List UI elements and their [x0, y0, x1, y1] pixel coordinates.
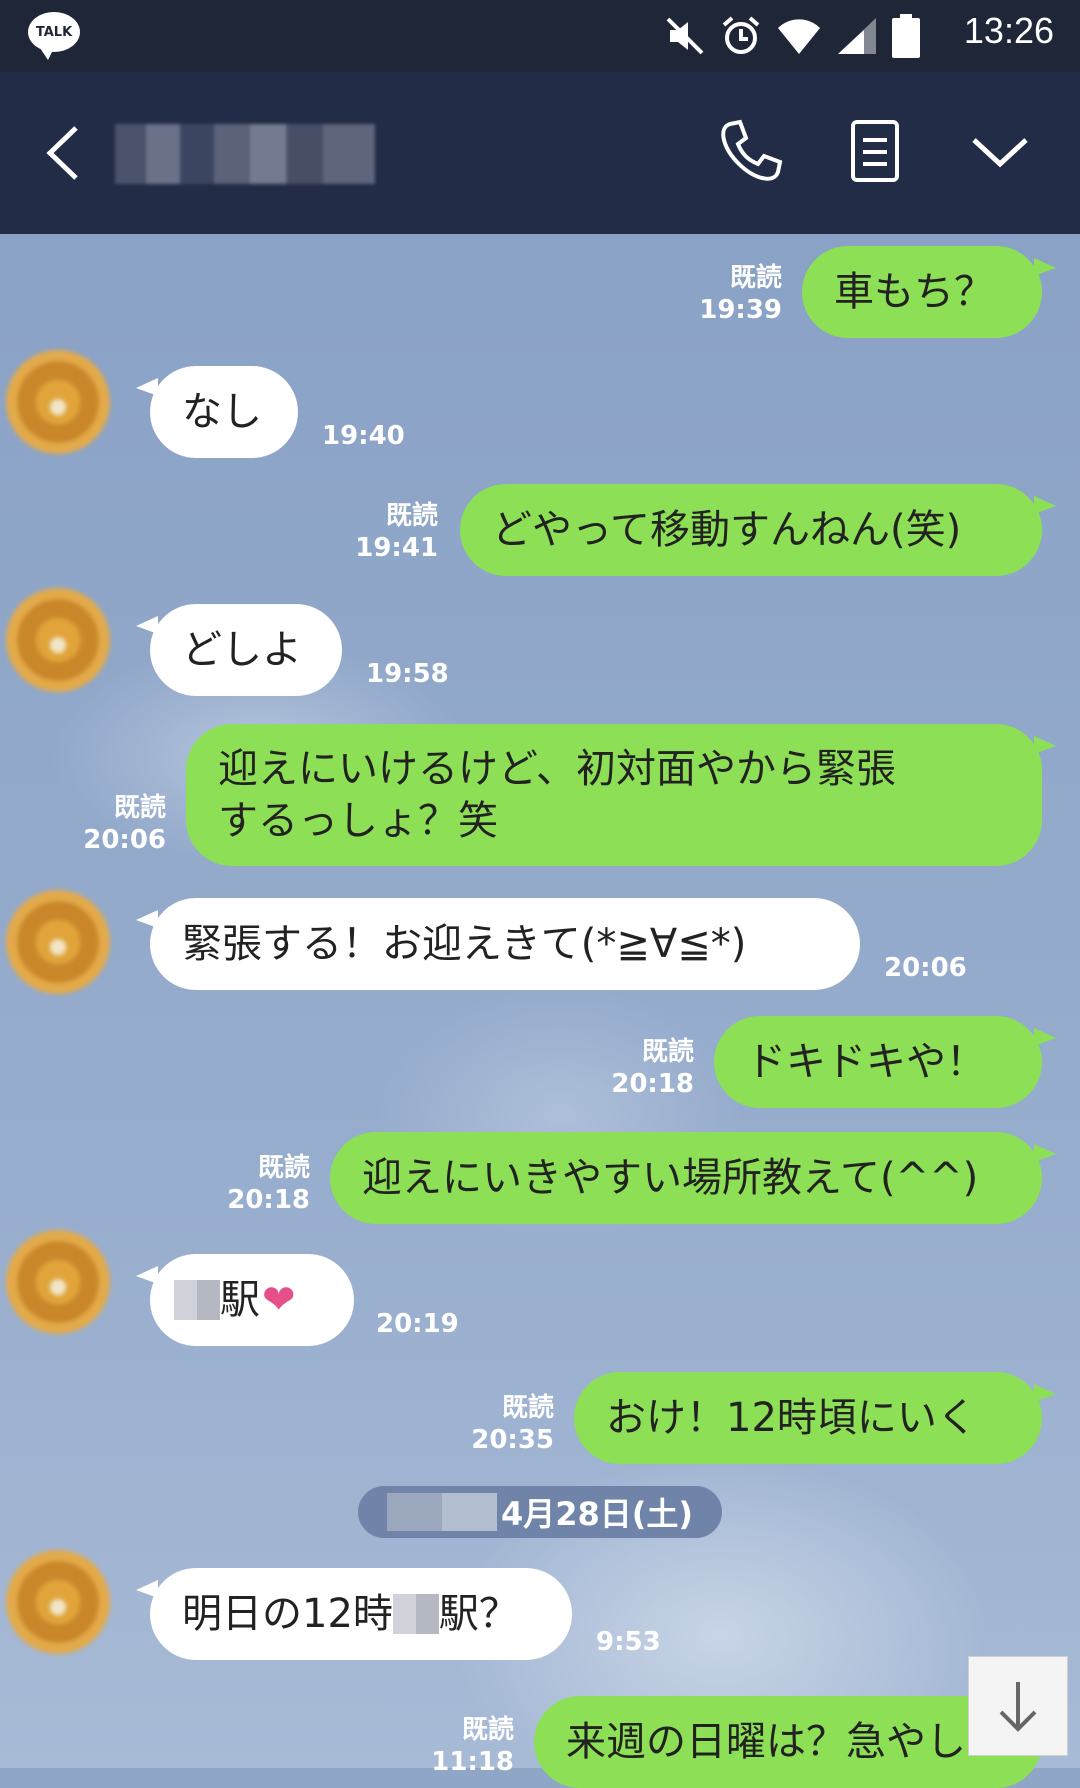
- status-icons: [664, 12, 920, 60]
- message-time: 19:58: [366, 659, 449, 689]
- message-bubble-received[interactable]: なし: [150, 366, 298, 458]
- message-meta: 既読 20:35: [471, 1393, 554, 1455]
- message-bubble-sent[interactable]: 迎えにいきやすい場所教えて(^^): [330, 1132, 1042, 1224]
- contact-avatar[interactable]: [6, 588, 110, 692]
- contact-avatar[interactable]: [6, 890, 110, 994]
- message-meta: 既読 20:18: [611, 1037, 694, 1099]
- message-meta: 既読 20:18: [227, 1153, 310, 1215]
- message-bubble-sent[interactable]: どやって移動すんねん(笑): [460, 484, 1042, 576]
- message-time: 9:53: [596, 1627, 661, 1657]
- contact-name-redacted[interactable]: [115, 124, 375, 184]
- message-time: 19:40: [322, 421, 405, 451]
- message-bubble-sent[interactable]: おけ！12時頃にいく: [574, 1372, 1042, 1464]
- message-bubble-sent[interactable]: 来週の日曜は？急やし: [534, 1696, 1042, 1788]
- battery-icon: [892, 14, 920, 58]
- redacted-text: [392, 1594, 439, 1634]
- contact-avatar[interactable]: [6, 1550, 110, 1654]
- chat-header: [0, 72, 1080, 234]
- heart-emoji: ❤: [262, 1277, 296, 1323]
- phone-icon[interactable]: [710, 112, 790, 192]
- chat-area[interactable]: 既読 19:39 車もち？ なし 19:40 既読 19:41 どやって移動すんねん…: [0, 234, 1080, 1788]
- signal-icon: [838, 18, 876, 54]
- contact-avatar[interactable]: [6, 1230, 110, 1334]
- message-bubble-received[interactable]: 緊張する！お迎えきて(*≧∀≦*): [150, 898, 860, 990]
- mute-icon: [666, 17, 704, 55]
- message-bubble-received[interactable]: どしよ: [150, 604, 342, 696]
- message-time: 20:19: [376, 1309, 459, 1339]
- arrow-down-icon: [999, 1682, 1037, 1732]
- wifi-icon: [778, 19, 820, 54]
- message-bubble-sent[interactable]: 迎えにいけるけど、初対面やから緊張 するっしょ？笑: [186, 724, 1042, 866]
- redacted-text: [386, 1493, 497, 1531]
- message-meta: 既読 20:06: [83, 793, 166, 855]
- message-meta: 既読 19:39: [699, 263, 782, 325]
- clock: 13:26: [963, 10, 1054, 51]
- status-bar: TALK 13:26: [0, 0, 1080, 72]
- contact-avatar[interactable]: [6, 350, 110, 454]
- alarm-icon: [722, 16, 760, 54]
- redacted-text: [174, 1280, 220, 1320]
- date-separator: 4月28日(土): [358, 1486, 722, 1538]
- message-bubble-received[interactable]: 明日の12時 駅？: [150, 1568, 572, 1660]
- message-time: 20:06: [884, 953, 967, 983]
- message-meta: 既読 11:18: [431, 1715, 514, 1777]
- message-bubble-sent[interactable]: 車もち？: [802, 246, 1042, 338]
- message-bubble-sent[interactable]: ドキドキや！: [714, 1016, 1042, 1108]
- chevron-down-icon[interactable]: [960, 112, 1040, 192]
- notes-icon[interactable]: [835, 112, 915, 192]
- scroll-to-bottom-button[interactable]: [968, 1656, 1068, 1756]
- message-bubble-received[interactable]: 駅 ❤: [150, 1254, 354, 1346]
- chevron-left-icon[interactable]: [36, 118, 96, 188]
- message-meta: 既読 19:41: [355, 501, 438, 563]
- line-talk-icon: TALK: [28, 12, 80, 60]
